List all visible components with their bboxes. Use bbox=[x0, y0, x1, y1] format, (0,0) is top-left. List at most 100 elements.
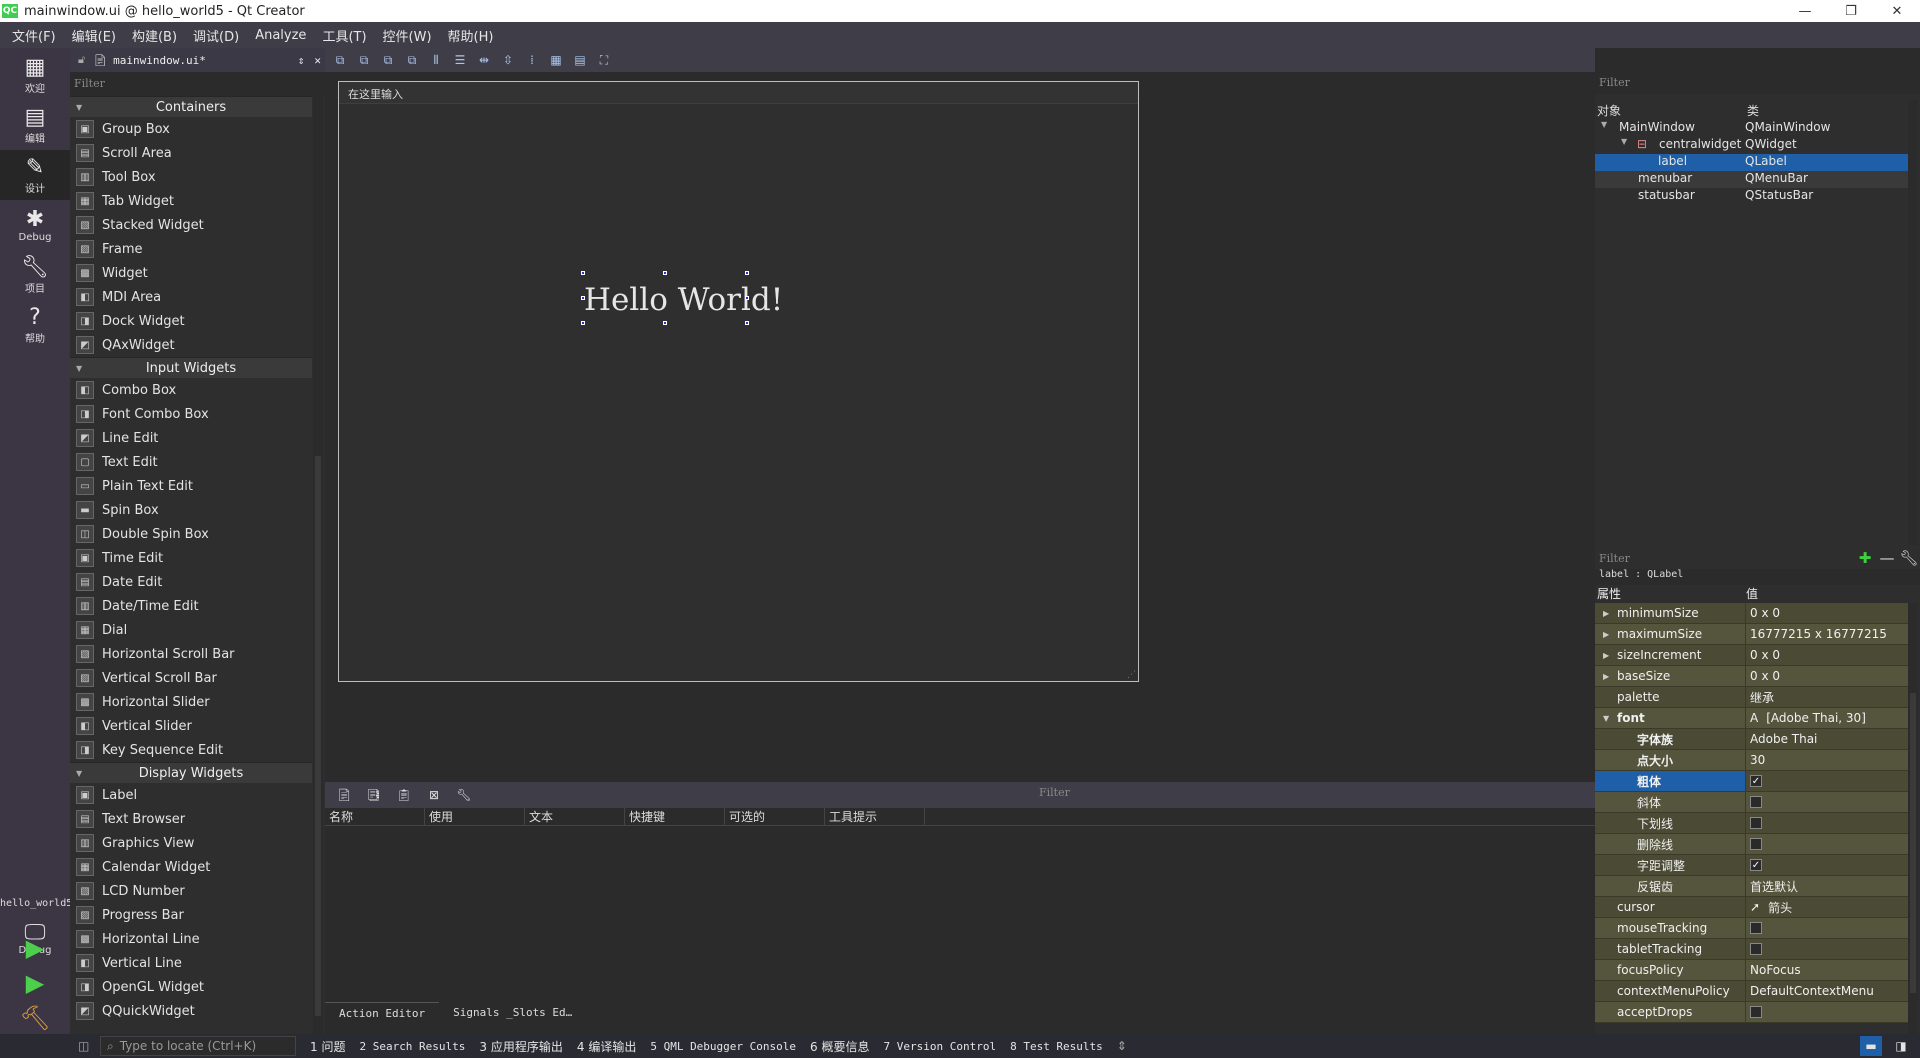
property-value[interactable]: [Adobe Thai, 30] bbox=[1766, 711, 1866, 725]
layout-vertical-icon[interactable]: ☰ bbox=[451, 51, 469, 69]
menu-widgets[interactable]: 控件(W) bbox=[375, 26, 440, 45]
property-value[interactable]: NoFocus bbox=[1746, 960, 1908, 980]
tab-action-editor[interactable]: Action Editor bbox=[325, 1002, 440, 1024]
locator-input[interactable]: ⌕ Type to locate (Ctrl+K) bbox=[100, 1036, 296, 1056]
property-row[interactable]: 下划线 bbox=[1595, 813, 1908, 834]
column-header[interactable]: 名称 bbox=[325, 808, 425, 825]
collapse-icon[interactable]: ▼ bbox=[76, 364, 82, 373]
document-name[interactable]: mainwindow.ui* bbox=[113, 54, 298, 67]
close-icon[interactable]: ✕ bbox=[1874, 0, 1920, 22]
tree-row-menubar[interactable]: menubar QMenuBar bbox=[1595, 171, 1908, 188]
property-value[interactable]: 继承 bbox=[1746, 687, 1908, 707]
resize-handle[interactable] bbox=[745, 271, 749, 275]
widget-item[interactable]: ◩ Line Edit bbox=[70, 426, 312, 450]
widget-item[interactable]: ▩ Horizontal Line bbox=[70, 927, 312, 951]
resize-handle[interactable] bbox=[745, 321, 749, 325]
menu-analyze[interactable]: Analyze bbox=[247, 28, 314, 43]
expand-icon[interactable]: ▶ bbox=[1603, 609, 1609, 618]
column-header[interactable]: 快捷键 bbox=[625, 808, 725, 825]
break-layout-icon[interactable]: ▤ bbox=[571, 51, 589, 69]
tablet-tracking-checkbox[interactable] bbox=[1750, 943, 1762, 955]
mode-help[interactable]: ? 帮助 bbox=[0, 300, 70, 350]
property-row[interactable]: 反锯齿 首选默认 bbox=[1595, 876, 1908, 897]
widget-item[interactable]: ◨ Font Combo Box bbox=[70, 402, 312, 426]
tree-row-mainwindow[interactable]: ▼ MainWindow QMainWindow bbox=[1595, 120, 1908, 137]
widget-item[interactable]: ◨ Key Sequence Edit bbox=[70, 738, 312, 762]
sidebar-toggle-icon[interactable]: ◫ bbox=[78, 1039, 89, 1053]
tree-row-centralwidget[interactable]: ▼ ⊟ centralwidget QWidget bbox=[1595, 137, 1908, 154]
configure-icon[interactable]: 🔧︎ bbox=[455, 786, 473, 804]
widget-item[interactable]: ▨ Vertical Scroll Bar bbox=[70, 666, 312, 690]
widget-item[interactable]: ▩ Widget bbox=[70, 261, 312, 285]
layout-form-icon[interactable]: ⁞ bbox=[523, 51, 541, 69]
action-filter-input[interactable]: Filter bbox=[1039, 786, 1439, 799]
property-row[interactable]: ▶ maximumSize 16777215 x 16777215 bbox=[1595, 624, 1908, 645]
expand-icon[interactable]: ▼ bbox=[1621, 137, 1627, 146]
widget-item[interactable]: ▩ Horizontal Slider bbox=[70, 690, 312, 714]
main-window-form[interactable]: 在这里输入 Hello World! ⋰ bbox=[338, 81, 1139, 682]
column-header[interactable]: 可选的 bbox=[725, 808, 825, 825]
widget-item[interactable]: ▥ Graphics View bbox=[70, 831, 312, 855]
collapse-icon[interactable]: ▼ bbox=[1603, 714, 1609, 723]
build-hammer-icon[interactable]: 🔨︎ bbox=[18, 1003, 52, 1033]
pane-test-results[interactable]: 8 Test Results bbox=[1010, 1040, 1103, 1053]
pane-compile-output[interactable]: 4 编译输出 bbox=[577, 1038, 636, 1055]
pane-version-control[interactable]: 7 Version Control bbox=[883, 1040, 996, 1053]
kerning-checkbox[interactable]: ✓ bbox=[1750, 859, 1762, 871]
widget-category[interactable]: ▼ Display Widgets bbox=[70, 762, 312, 783]
widget-item[interactable]: ▭ Plain Text Edit bbox=[70, 474, 312, 498]
widget-item[interactable]: ▥ Tool Box bbox=[70, 165, 312, 189]
minimize-icon[interactable]: — bbox=[1782, 0, 1828, 22]
property-row[interactable]: 粗体 ✓ bbox=[1595, 771, 1908, 792]
edit-widgets-icon[interactable]: ⧉ bbox=[331, 51, 349, 69]
object-filter-input[interactable]: Filter bbox=[1595, 72, 1920, 94]
bold-checkbox[interactable]: ✓ bbox=[1750, 775, 1762, 787]
property-value[interactable]: 0 x 0 bbox=[1746, 645, 1908, 665]
widget-item[interactable]: ▨ Frame bbox=[70, 237, 312, 261]
widget-item[interactable]: ◩ QQuickWidget bbox=[70, 999, 312, 1023]
menu-help[interactable]: 帮助(H) bbox=[440, 26, 502, 45]
widget-item[interactable]: ◧ Vertical Line bbox=[70, 951, 312, 975]
pane-search-results[interactable]: 2 Search Results bbox=[359, 1040, 465, 1053]
mode-projects[interactable]: 🔧︎ 项目 bbox=[0, 250, 70, 300]
mode-welcome[interactable]: ▦ 欢迎 bbox=[0, 50, 70, 100]
layout-horizontal-icon[interactable]: ⦀ bbox=[427, 51, 445, 69]
property-row[interactable]: palette 继承 bbox=[1595, 687, 1908, 708]
remove-property-icon[interactable]: — bbox=[1876, 549, 1898, 567]
collapse-icon[interactable]: ▼ bbox=[76, 769, 82, 778]
resize-handle[interactable] bbox=[663, 271, 667, 275]
strikeout-checkbox[interactable] bbox=[1750, 838, 1762, 850]
run-icon[interactable]: ▶ bbox=[18, 933, 52, 963]
widget-item[interactable]: ▤ Date Edit bbox=[70, 570, 312, 594]
property-row[interactable]: focusPolicy NoFocus bbox=[1595, 960, 1908, 981]
property-row[interactable]: mouseTracking bbox=[1595, 918, 1908, 939]
property-value[interactable]: 箭头 bbox=[1768, 899, 1792, 916]
property-value[interactable]: 0 x 0 bbox=[1746, 666, 1908, 686]
expand-icon[interactable]: ▶ bbox=[1603, 651, 1609, 660]
widget-item[interactable]: ▣ Group Box bbox=[70, 117, 312, 141]
lock-icon[interactable]: 🔓︎ bbox=[78, 53, 85, 67]
pane-issues[interactable]: 1 问题 bbox=[310, 1038, 345, 1055]
accept-drops-checkbox[interactable] bbox=[1750, 1006, 1762, 1018]
property-row[interactable]: ▶ baseSize 0 x 0 bbox=[1595, 666, 1908, 687]
widget-item[interactable]: ◧ Vertical Slider bbox=[70, 714, 312, 738]
widget-category[interactable]: ▼ Containers bbox=[70, 96, 312, 117]
delete-action-icon[interactable]: ⊠ bbox=[425, 786, 443, 804]
resize-handle[interactable] bbox=[745, 296, 749, 300]
property-row[interactable]: cursor ➚ 箭头 bbox=[1595, 897, 1908, 918]
edit-signals-slots-icon[interactable]: ⧉ bbox=[355, 51, 373, 69]
widget-item[interactable]: ▧ LCD Number bbox=[70, 879, 312, 903]
mode-edit[interactable]: ▤ 编辑 bbox=[0, 100, 70, 150]
resize-handle[interactable] bbox=[581, 321, 585, 325]
tab-signals-slots[interactable]: Signals _Slots Ed… bbox=[439, 1002, 586, 1024]
form-menubar-placeholder[interactable]: 在这里输入 bbox=[339, 82, 1138, 104]
debug-run-icon[interactable]: ▶ bbox=[18, 968, 52, 998]
expand-icon[interactable]: ▶ bbox=[1603, 672, 1609, 681]
edit-tab-order-icon[interactable]: ⧉ bbox=[403, 51, 421, 69]
column-header[interactable]: 文本 bbox=[525, 808, 625, 825]
tree-row-statusbar[interactable]: statusbar QStatusBar bbox=[1595, 188, 1908, 205]
edit-buddies-icon[interactable]: ⧉ bbox=[379, 51, 397, 69]
widget-item[interactable]: ▬ Spin Box bbox=[70, 498, 312, 522]
mode-debug[interactable]: ✱ Debug bbox=[0, 200, 70, 250]
progress-details-icon[interactable]: ▬ bbox=[1860, 1036, 1882, 1056]
